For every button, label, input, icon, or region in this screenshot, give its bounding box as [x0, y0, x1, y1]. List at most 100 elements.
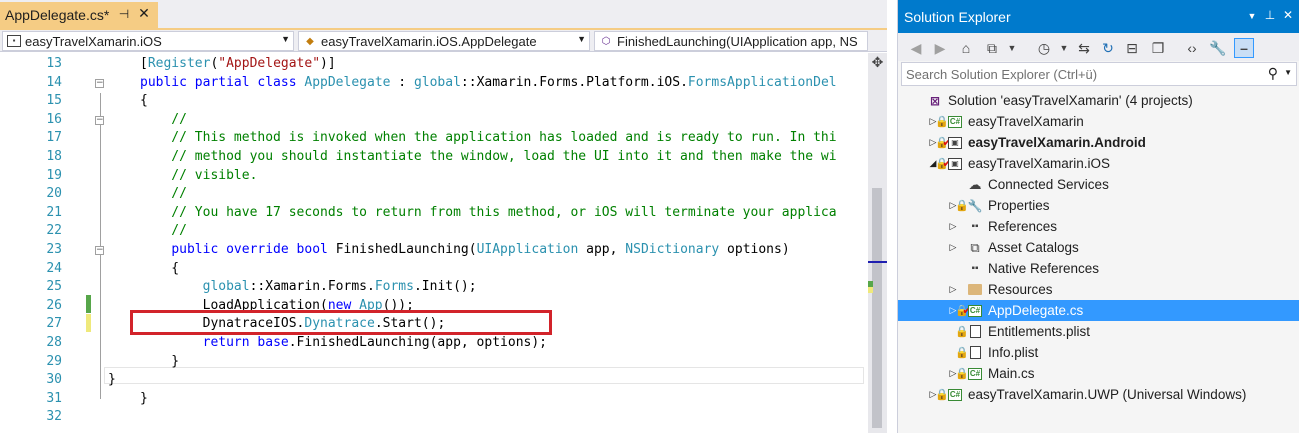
code-line[interactable]: 32: [0, 408, 868, 427]
code-line[interactable]: 19 // visible.: [0, 167, 868, 186]
home-icon[interactable]: ⌂: [956, 38, 976, 58]
pin-icon[interactable]: ⊣: [116, 7, 132, 21]
dropdown-arrow-icon[interactable]: ▼: [1244, 11, 1260, 21]
search-icon[interactable]: ⚲: [1268, 65, 1278, 82]
code-text: // visible.: [140, 167, 257, 186]
chevron-down-icon[interactable]: ▼: [1284, 68, 1292, 77]
caret-marker: [868, 261, 887, 263]
code-token: :: [390, 74, 414, 90]
tree-item[interactable]: ▷ ▪▪ References: [898, 216, 1299, 237]
collapse-toggle-icon[interactable]: −: [95, 115, 104, 125]
project-dropdown[interactable]: ▪ easyTravelXamarin.iOS ▼: [2, 31, 294, 51]
csharp-project-icon: C#: [948, 115, 962, 128]
line-number: 17: [46, 130, 62, 146]
split-icon[interactable]: ✥: [870, 54, 885, 70]
search-input[interactable]: Search Solution Explorer (Ctrl+ü) ⚲ ▼: [901, 62, 1297, 86]
code-token: {: [140, 260, 180, 276]
back-icon[interactable]: ◀: [906, 38, 926, 58]
tab-title: AppDelegate.cs*: [5, 7, 110, 23]
code-line[interactable]: 28 return base.FinishedLaunching(app, op…: [0, 334, 868, 353]
tree-item[interactable]: ▷ 🔒 🔧 Properties: [898, 195, 1299, 216]
code-line[interactable]: 30}: [0, 371, 868, 390]
change-marker-unsaved: [868, 287, 873, 293]
tree-item[interactable]: ▷ 🔒 C# Main.cs: [898, 363, 1299, 384]
search-placeholder: Search Solution Explorer (Ctrl+ü): [906, 66, 1098, 82]
code-line[interactable]: 14 − public partial class AppDelegate : gl…: [0, 74, 868, 93]
tree-item[interactable]: ▷ ⧉ Asset Catalogs: [898, 237, 1299, 258]
tree-item[interactable]: 🔒 Entitlements.plist: [898, 321, 1299, 342]
solution-explorer-panel: Solution Explorer ▼ ⊥ ✕ ◀ ▶ ⌂ ⧉ ▼ ◷ ▼ ⇆ …: [897, 0, 1299, 433]
code-line[interactable]: 25 global::Xamarin.Forms.Forms.Init();: [0, 278, 868, 297]
csharp-project-icon: C#: [948, 388, 962, 401]
vertical-scrollbar[interactable]: ✥: [868, 53, 887, 433]
tree-item[interactable]: ▷ Resources: [898, 279, 1299, 300]
collapsed-arrow-icon[interactable]: ▷: [948, 284, 958, 295]
close-icon[interactable]: ✕: [136, 5, 152, 22]
tree-item-label: easyTravelXamarin.Android: [968, 135, 1146, 150]
sync-with-document-icon[interactable]: ⇆: [1074, 38, 1094, 58]
code-text: // You have 17 seconds to return from th…: [140, 204, 836, 223]
tree-item[interactable]: ☁ Connected Services: [898, 174, 1299, 195]
code-text: // This method is invoked when the appli…: [140, 129, 836, 148]
code-line[interactable]: 22 //: [0, 222, 868, 241]
forward-icon[interactable]: ▶: [930, 38, 950, 58]
navigation-bar: ▪ easyTravelXamarin.iOS ▼ ◆ easyTravelXa…: [0, 30, 887, 52]
code-text: }: [140, 390, 148, 409]
switch-views-icon[interactable]: ⧉: [982, 38, 1002, 58]
pending-changes-filter-icon[interactable]: ◷: [1034, 38, 1054, 58]
member-dropdown[interactable]: ⬡ FinishedLaunching(UIApplication app, N…: [594, 31, 868, 51]
code-text: public override bool FinishedLaunching(U…: [140, 241, 789, 260]
chevron-down-icon[interactable]: ▼: [1054, 38, 1074, 58]
code-line[interactable]: 24 {: [0, 260, 868, 279]
solution-icon: ⊠: [929, 93, 941, 108]
properties-icon[interactable]: 🔧: [1208, 38, 1228, 58]
code-token: // method you should instantiate the win…: [140, 149, 837, 164]
tree-item[interactable]: ▷ 🔒 ✔ C# AppDelegate.cs: [898, 300, 1299, 321]
tree-item[interactable]: 🔒 Info.plist: [898, 342, 1299, 363]
code-token: //: [140, 186, 187, 202]
tree-item[interactable]: ▷ 🔒 ✔ ▣ easyTravelXamarin.Android: [898, 132, 1299, 153]
code-token: public partial class: [140, 74, 305, 90]
panel-title: Solution Explorer: [904, 8, 1011, 25]
code-line[interactable]: 23 − public override bool FinishedLaunchi…: [0, 241, 868, 260]
view-code-icon[interactable]: ‹›: [1182, 38, 1202, 58]
pin-icon[interactable]: ⊥: [1262, 8, 1278, 22]
close-icon[interactable]: ✕: [1280, 8, 1296, 22]
collapse-toggle-icon[interactable]: −: [95, 246, 104, 255]
code-line[interactable]: 16 − //: [0, 111, 868, 130]
tree-item-label: Properties: [988, 198, 1050, 213]
scrollbar-thumb[interactable]: [872, 188, 882, 428]
collapse-toggle-icon[interactable]: −: [95, 78, 104, 88]
collapsed-arrow-icon[interactable]: ▷: [948, 221, 958, 232]
connected-services-icon: ☁: [968, 176, 982, 192]
code-text: public partial class AppDelegate : globa…: [140, 74, 837, 93]
type-dropdown[interactable]: ◆ easyTravelXamarin.iOS.AppDelegate ▼: [298, 31, 590, 51]
line-number: 28: [46, 335, 62, 350]
tree-item[interactable]: ▪▪ Native References: [898, 258, 1299, 279]
code-token: ::Xamarin.Forms.Platform.iOS.: [460, 74, 688, 90]
code-area[interactable]: 13 [Register("AppDelegate")] 14 − public par…: [0, 53, 868, 433]
preview-selected-items-icon[interactable]: –: [1234, 38, 1254, 58]
code-line[interactable]: 17 // This method is invoked when the ap…: [0, 129, 868, 148]
tab-appdelegate[interactable]: AppDelegate.cs* ⊣ ✕: [0, 2, 158, 28]
show-all-files-icon[interactable]: ❐: [1148, 38, 1168, 58]
code-line[interactable]: 18 // method you should instantiate the …: [0, 148, 868, 167]
collapsed-arrow-icon[interactable]: ▷: [948, 242, 958, 253]
line-number: 16: [46, 111, 62, 127]
chevron-down-icon[interactable]: ▼: [1002, 38, 1022, 58]
tree-item[interactable]: ▷ 🔒 C# easyTravelXamarin.UWP (Universal Win…: [898, 384, 1299, 405]
code-line[interactable]: 15 {: [0, 92, 868, 111]
code-line[interactable]: 31}: [0, 390, 868, 409]
tree-item-label: easyTravelXamarin.UWP (Universal Windows…: [968, 387, 1247, 402]
code-line[interactable]: 20 //: [0, 185, 868, 204]
refresh-icon[interactable]: ↻: [1098, 38, 1118, 58]
code-line[interactable]: 13 [Register("AppDelegate")]: [0, 55, 868, 74]
code-line[interactable]: 29 }: [0, 353, 868, 372]
line-number: 22: [46, 223, 62, 239]
code-line[interactable]: 21 // You have 17 seconds to return from…: [0, 204, 868, 223]
tree-item[interactable]: ◢ 🔒 ✔ ▣ easyTravelXamarin.iOS: [898, 153, 1299, 174]
tree-item[interactable]: ▷ 🔒 C# easyTravelXamarin: [898, 111, 1299, 132]
tree-item[interactable]: ⊠ Solution 'easyTravelXamarin' (4 project…: [898, 90, 1299, 111]
code-token: global: [202, 279, 250, 295]
collapse-all-icon[interactable]: ⊟: [1122, 38, 1142, 58]
